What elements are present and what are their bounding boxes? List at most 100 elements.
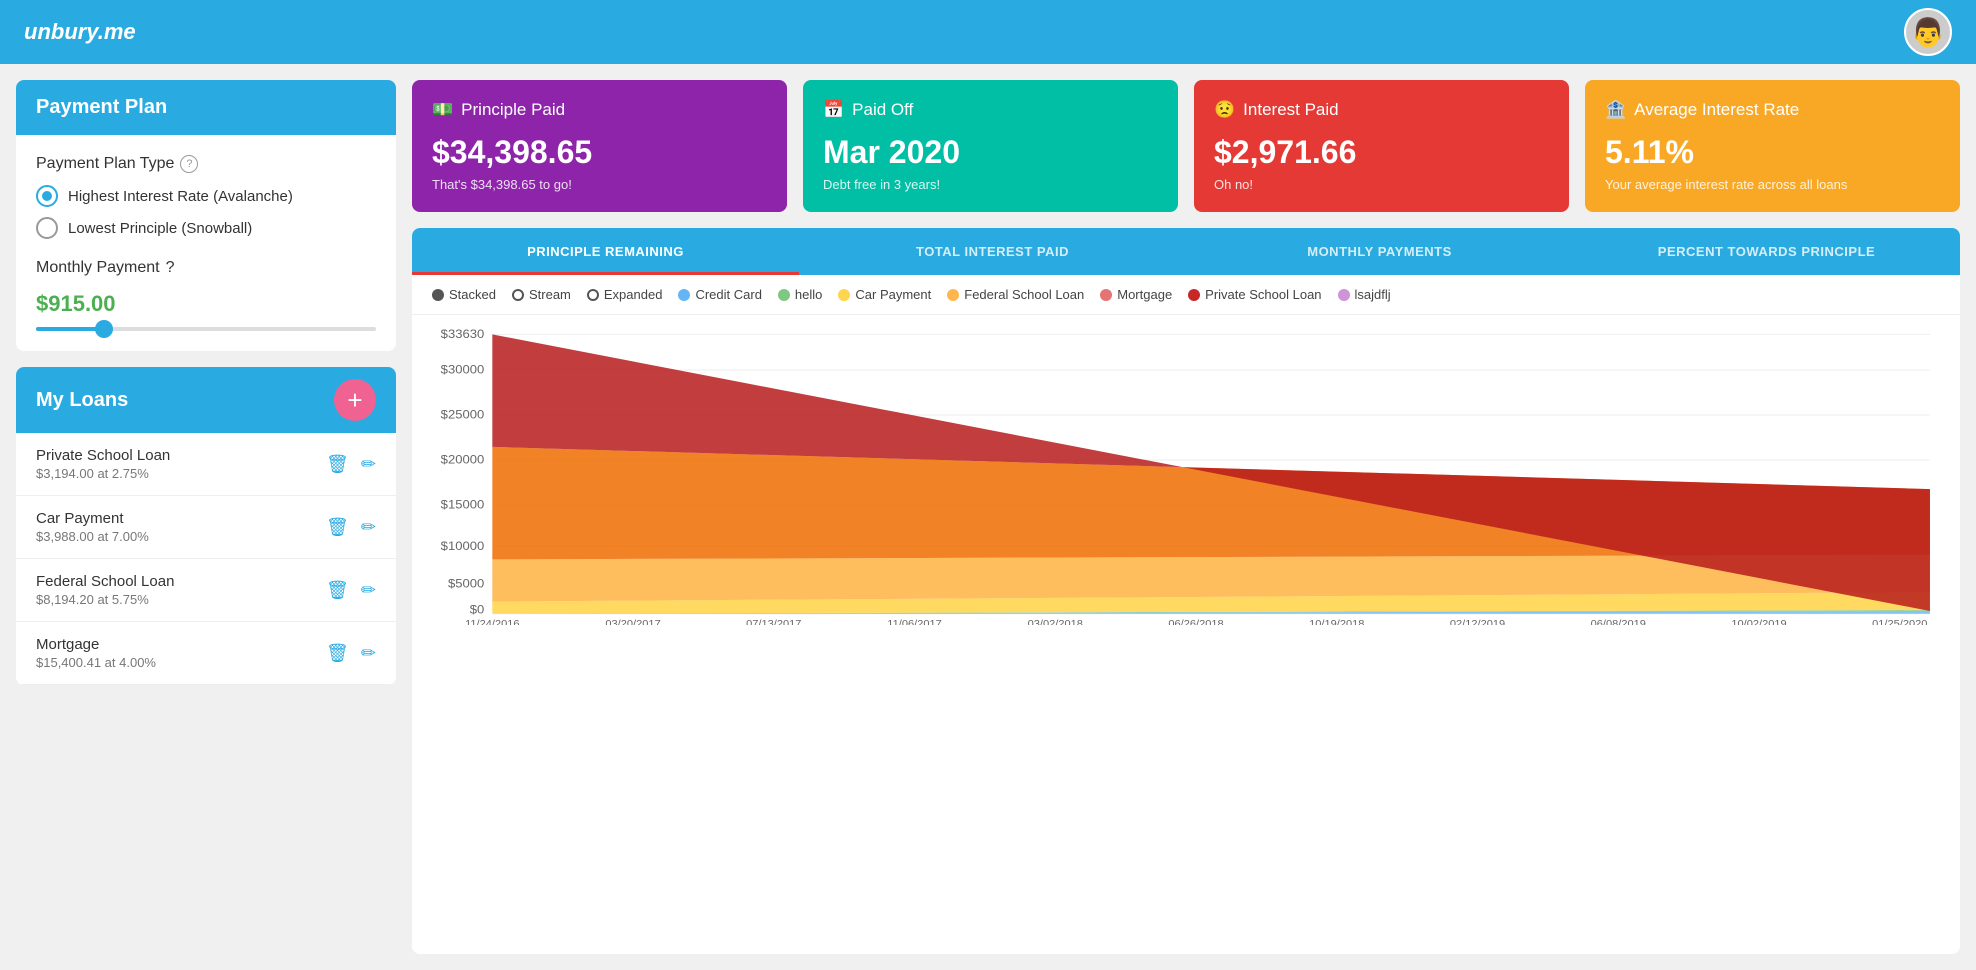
delete-loan-0-button[interactable]: 🗑: [326, 454, 349, 475]
loan-item-3: Mortgage $15,400.41 at 4.00% 🗑 ✏: [16, 622, 396, 685]
edit-loan-1-button[interactable]: ✏: [361, 517, 376, 538]
plan-type-radio-group: Highest Interest Rate (Avalanche) Lowest…: [36, 185, 376, 239]
monthly-payment-value: $915.00: [36, 291, 376, 317]
loan-name-1: Car Payment: [36, 510, 149, 527]
main-layout: Payment Plan Payment Plan Type ? Highest…: [0, 64, 1976, 970]
stat-icon-title-0: 💵 Principle Paid: [432, 100, 767, 120]
stat-title-2: Interest Paid: [1243, 100, 1338, 120]
stat-icon-title-1: 📅 Paid Off: [823, 100, 1158, 120]
delete-loan-3-button[interactable]: 🗑: [326, 643, 349, 664]
stat-sub-2: Oh no!: [1214, 177, 1549, 192]
legend-item-0[interactable]: Stacked: [432, 287, 496, 302]
edit-loan-0-button[interactable]: ✏: [361, 454, 376, 475]
loan-detail-2: $8,194.20 at 5.75%: [36, 592, 174, 607]
legend-dot-7: [1100, 289, 1112, 301]
loan-actions-2: 🗑 ✏: [326, 580, 376, 601]
radio-snowball[interactable]: Lowest Principle (Snowball): [36, 217, 376, 239]
stat-cards: 💵 Principle Paid $34,398.65 That's $34,3…: [412, 80, 1960, 212]
my-loans-header: My Loans +: [16, 367, 396, 433]
radio-avalanche[interactable]: Highest Interest Rate (Avalanche): [36, 185, 376, 207]
svg-text:06/26/2018: 06/26/2018: [1168, 618, 1223, 625]
loan-name-2: Federal School Loan: [36, 573, 174, 590]
edit-loan-3-button[interactable]: ✏: [361, 643, 376, 664]
stat-icon-1: 📅: [823, 100, 844, 120]
chart-tab-3[interactable]: PERCENT TOWARDS PRINCIPLE: [1573, 228, 1960, 275]
loan-detail-1: $3,988.00 at 7.00%: [36, 529, 149, 544]
chart-container: $33630 $30000 $25000 $20000 $15000 $1000…: [412, 315, 1960, 650]
legend-item-5[interactable]: Car Payment: [838, 287, 931, 302]
payment-plan-body: Payment Plan Type ? Highest Interest Rat…: [16, 135, 396, 351]
legend-label-8: Private School Loan: [1205, 287, 1321, 302]
radio-avalanche-circle: [36, 185, 58, 207]
add-loan-button[interactable]: +: [334, 379, 376, 421]
legend-item-1[interactable]: Stream: [512, 287, 571, 302]
svg-text:03/20/2017: 03/20/2017: [605, 618, 660, 625]
legend-item-2[interactable]: Expanded: [587, 287, 663, 302]
plan-type-label: Payment Plan Type ?: [36, 155, 376, 173]
svg-text:03/02/2018: 03/02/2018: [1028, 618, 1083, 625]
loan-detail-3: $15,400.41 at 4.00%: [36, 655, 156, 670]
loan-item-1: Car Payment $3,988.00 at 7.00% 🗑 ✏: [16, 496, 396, 559]
legend-item-6[interactable]: Federal School Loan: [947, 287, 1084, 302]
chart-tab-0[interactable]: PRINCIPLE REMAINING: [412, 228, 799, 275]
legend-dot-1: [512, 289, 524, 301]
stat-sub-3: Your average interest rate across all lo…: [1605, 177, 1940, 192]
legend-dot-3: [678, 289, 690, 301]
stat-icon-title-3: 🏦 Average Interest Rate: [1605, 100, 1940, 120]
svg-text:11/24/2016: 11/24/2016: [465, 618, 520, 625]
payment-slider-thumb[interactable]: [95, 320, 113, 338]
delete-loan-2-button[interactable]: 🗑: [326, 580, 349, 601]
stat-title-0: Principle Paid: [461, 100, 565, 120]
svg-text:10/19/2018: 10/19/2018: [1309, 618, 1364, 625]
stat-value-1: Mar 2020: [823, 134, 1158, 171]
loan-item-2: Federal School Loan $8,194.20 at 5.75% 🗑…: [16, 559, 396, 622]
legend-dot-5: [838, 289, 850, 301]
loan-info-3: Mortgage $15,400.41 at 4.00%: [36, 636, 156, 670]
loan-actions-0: 🗑 ✏: [326, 454, 376, 475]
legend-label-2: Expanded: [604, 287, 663, 302]
legend-dot-9: [1338, 289, 1350, 301]
legend-dot-2: [587, 289, 599, 301]
legend-item-9[interactable]: lsajdflj: [1338, 287, 1391, 302]
avatar[interactable]: 👨: [1904, 8, 1952, 56]
left-panel: Payment Plan Payment Plan Type ? Highest…: [16, 80, 396, 954]
monthly-payment-help-icon[interactable]: ?: [166, 259, 175, 277]
chart-svg: $33630 $30000 $25000 $20000 $15000 $1000…: [432, 325, 1940, 625]
payment-slider-track[interactable]: [36, 327, 376, 331]
chart-area: PRINCIPLE REMAININGTOTAL INTEREST PAIDMO…: [412, 228, 1960, 954]
legend-item-7[interactable]: Mortgage: [1100, 287, 1172, 302]
legend-item-4[interactable]: hello: [778, 287, 822, 302]
stat-card-principle-paid: 💵 Principle Paid $34,398.65 That's $34,3…: [412, 80, 787, 212]
svg-text:$33630: $33630: [441, 328, 485, 342]
my-loans-card: My Loans + Private School Loan $3,194.00…: [16, 367, 396, 685]
plan-type-help-icon[interactable]: ?: [180, 155, 198, 173]
svg-text:01/25/2020: 01/25/2020: [1872, 618, 1927, 625]
legend-label-3: Credit Card: [695, 287, 761, 302]
loan-name-3: Mortgage: [36, 636, 156, 653]
monthly-payment-label: Monthly Payment ?: [36, 259, 376, 277]
chart-tab-2[interactable]: MONTHLY PAYMENTS: [1186, 228, 1573, 275]
loan-info-1: Car Payment $3,988.00 at 7.00%: [36, 510, 149, 544]
stat-sub-0: That's $34,398.65 to go!: [432, 177, 767, 192]
legend-label-6: Federal School Loan: [964, 287, 1084, 302]
stat-value-2: $2,971.66: [1214, 134, 1549, 171]
legend-dot-4: [778, 289, 790, 301]
loan-actions-1: 🗑 ✏: [326, 517, 376, 538]
legend-label-5: Car Payment: [855, 287, 931, 302]
loan-item-0: Private School Loan $3,194.00 at 2.75% 🗑…: [16, 433, 396, 496]
svg-text:$25000: $25000: [441, 408, 485, 422]
stat-card-interest-paid: 😟 Interest Paid $2,971.66 Oh no!: [1194, 80, 1569, 212]
payment-plan-header: Payment Plan: [16, 80, 396, 135]
stat-icon-title-2: 😟 Interest Paid: [1214, 100, 1549, 120]
payment-plan-card: Payment Plan Payment Plan Type ? Highest…: [16, 80, 396, 351]
legend-item-8[interactable]: Private School Loan: [1188, 287, 1321, 302]
edit-loan-2-button[interactable]: ✏: [361, 580, 376, 601]
svg-text:07/13/2017: 07/13/2017: [746, 618, 801, 625]
loan-info-2: Federal School Loan $8,194.20 at 5.75%: [36, 573, 174, 607]
delete-loan-1-button[interactable]: 🗑: [326, 517, 349, 538]
legend-item-3[interactable]: Credit Card: [678, 287, 761, 302]
chart-legend: Stacked Stream Expanded Credit Card hell…: [412, 275, 1960, 315]
svg-text:06/08/2019: 06/08/2019: [1591, 618, 1646, 625]
loan-actions-3: 🗑 ✏: [326, 643, 376, 664]
chart-tab-1[interactable]: TOTAL INTEREST PAID: [799, 228, 1186, 275]
